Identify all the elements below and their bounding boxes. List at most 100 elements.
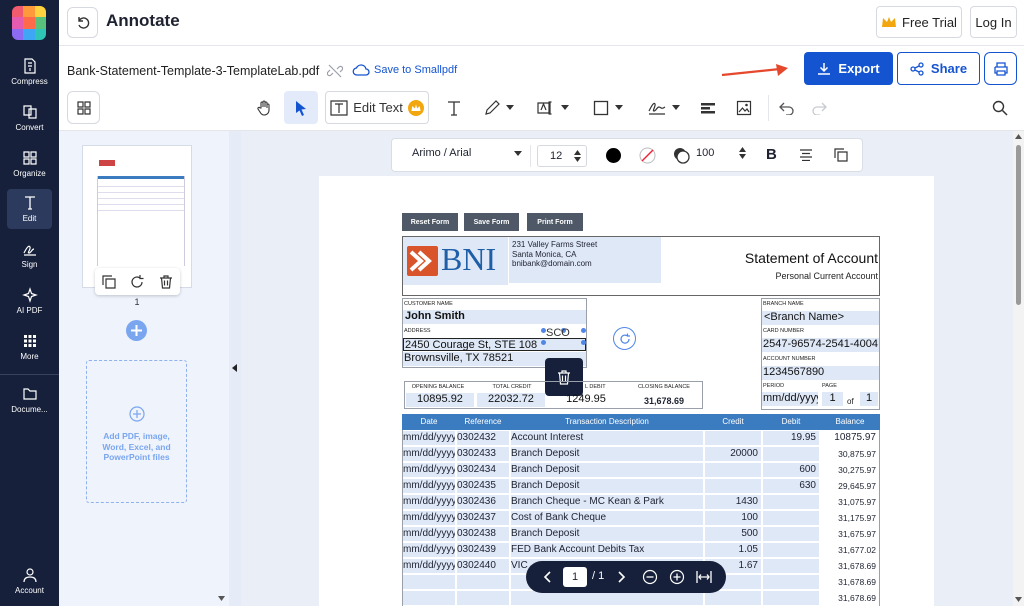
select-tool[interactable] [284, 91, 318, 124]
cell-credit[interactable] [705, 463, 761, 477]
edit-text-button[interactable]: Edit Text [325, 91, 429, 124]
cell-debit[interactable]: 19.95 [763, 431, 819, 445]
cell-debit[interactable] [763, 559, 819, 573]
search-button[interactable] [984, 91, 1016, 124]
chevron-left-icon[interactable] [543, 571, 551, 583]
cell-date[interactable]: mm/dd/yyyy [403, 463, 455, 477]
add-files-dropzone[interactable]: Add PDF, image, Word, Excel, and PowerPo… [86, 360, 187, 503]
cell-desc[interactable]: Branch Cheque - MC Kean & Park [511, 495, 703, 509]
text-tool[interactable] [437, 91, 471, 124]
nav-convert[interactable]: Convert [0, 104, 59, 132]
cell-ref[interactable] [457, 591, 509, 605]
text-field-tool[interactable] [530, 91, 576, 124]
duplicate-icon[interactable] [834, 148, 848, 162]
nav-documents[interactable]: Docume... [0, 386, 59, 414]
panel-collapse-gutter[interactable] [229, 131, 241, 606]
cell-desc[interactable]: Branch Deposit [511, 447, 703, 461]
branch-name-field[interactable]: <Branch Name> [762, 311, 879, 325]
cell-credit[interactable] [705, 479, 761, 493]
cell-desc[interactable]: Account Interest [511, 431, 703, 445]
cell-credit[interactable] [705, 591, 761, 605]
page-total-field[interactable]: 1 [860, 392, 878, 406]
panel-scroll-down-icon[interactable] [218, 596, 225, 601]
cell-ref[interactable]: 0302432 [457, 431, 509, 445]
cell-date[interactable]: mm/dd/yyyy [403, 511, 455, 525]
redo-button[interactable] [804, 91, 834, 124]
export-button[interactable]: Export [804, 52, 893, 85]
account-number-field[interactable]: 1234567890 [762, 366, 879, 380]
save-to-smallpdf-link[interactable]: Save to Smallpdf [352, 63, 457, 77]
text-selection-box[interactable]: SCO [541, 327, 587, 345]
cell-debit[interactable]: 630 [763, 479, 819, 493]
cell-date[interactable]: mm/dd/yyyy [403, 447, 455, 461]
chevron-right-icon[interactable] [618, 571, 626, 583]
cell-debit[interactable] [763, 511, 819, 525]
cell-desc[interactable]: FED Bank Account Debits Tax [511, 543, 703, 557]
image-tool[interactable] [728, 91, 760, 124]
font-size-stepper[interactable]: 12 [537, 145, 587, 167]
cell-debit[interactable] [763, 527, 819, 541]
cell-date[interactable]: mm/dd/yyyy [403, 559, 455, 573]
print-button[interactable] [984, 52, 1017, 85]
cell-debit[interactable] [763, 447, 819, 461]
cell-credit[interactable]: 500 [705, 527, 761, 541]
cell-ref[interactable]: 0302436 [457, 495, 509, 509]
cell-desc[interactable]: Cost of Bank Cheque [511, 511, 703, 525]
save-form-button[interactable]: Save Form [464, 213, 519, 231]
cell-ref[interactable]: 0302439 [457, 543, 509, 557]
period-field[interactable]: mm/dd/yyyy [762, 392, 818, 406]
duplicate-icon[interactable] [102, 274, 116, 289]
no-fill-icon[interactable] [639, 147, 656, 164]
sign-tool[interactable] [640, 91, 688, 124]
cell-date[interactable]: mm/dd/yyyy [403, 543, 455, 557]
total-debit-field[interactable]: 1249.95 [552, 393, 620, 407]
opening-balance-field[interactable]: 10895.92 [406, 393, 474, 407]
back-button[interactable] [67, 7, 98, 38]
cell-credit[interactable]: 1.05 [705, 543, 761, 557]
cell-date[interactable] [403, 591, 455, 605]
align-center-icon[interactable] [799, 149, 813, 161]
total-credit-field[interactable]: 22032.72 [477, 393, 545, 407]
undo-button[interactable] [772, 91, 802, 124]
login-button[interactable]: Log In [970, 6, 1017, 38]
cell-credit[interactable]: 20000 [705, 447, 761, 461]
cell-date[interactable] [403, 575, 455, 589]
cell-ref[interactable]: 0302437 [457, 511, 509, 525]
scroll-thumb[interactable] [1016, 145, 1021, 305]
cell-credit[interactable]: 100 [705, 511, 761, 525]
cell-debit[interactable] [763, 591, 819, 605]
draw-tool[interactable] [476, 91, 522, 124]
cell-desc[interactable]: Branch Deposit [511, 463, 703, 477]
cell-date[interactable]: mm/dd/yyyy [403, 479, 455, 493]
scroll-down-icon[interactable] [1015, 597, 1022, 602]
shape-tool[interactable] [584, 91, 632, 124]
cell-date[interactable]: mm/dd/yyyy [403, 431, 455, 445]
cell-debit[interactable] [763, 575, 819, 589]
cell-ref[interactable]: 0302434 [457, 463, 509, 477]
cell-ref[interactable] [457, 575, 509, 589]
nav-organize[interactable]: Organize [0, 150, 59, 178]
nav-ai-pdf[interactable]: AI PDF [0, 287, 59, 315]
card-number-field[interactable]: 2547-96574-2541-4004 [762, 338, 879, 352]
unlink-icon[interactable] [327, 63, 343, 79]
print-form-button[interactable]: Print Form [527, 213, 583, 231]
text-color-picker[interactable] [606, 148, 621, 163]
nav-edit[interactable]: Edit [7, 189, 52, 229]
cell-ref[interactable]: 0302438 [457, 527, 509, 541]
cell-desc[interactable]: Branch Deposit [511, 527, 703, 541]
cell-desc[interactable]: Branch Deposit [511, 479, 703, 493]
opacity-stepper[interactable]: 100 [696, 147, 746, 159]
cell-debit[interactable]: 600 [763, 463, 819, 477]
rotate-handle[interactable] [613, 327, 636, 350]
nav-more[interactable]: More [0, 333, 59, 361]
zoom-in-icon[interactable] [669, 569, 685, 585]
rotate-icon[interactable] [130, 274, 144, 289]
cell-ref[interactable]: 0302435 [457, 479, 509, 493]
share-button[interactable]: Share [897, 52, 980, 85]
cell-debit[interactable] [763, 495, 819, 509]
customer-name-field[interactable]: John Smith [403, 310, 586, 324]
trash-icon[interactable] [159, 274, 173, 289]
scroll-up-icon[interactable] [1015, 134, 1022, 139]
page-thumbnail[interactable] [82, 145, 192, 288]
vertical-scrollbar[interactable] [1013, 131, 1024, 606]
